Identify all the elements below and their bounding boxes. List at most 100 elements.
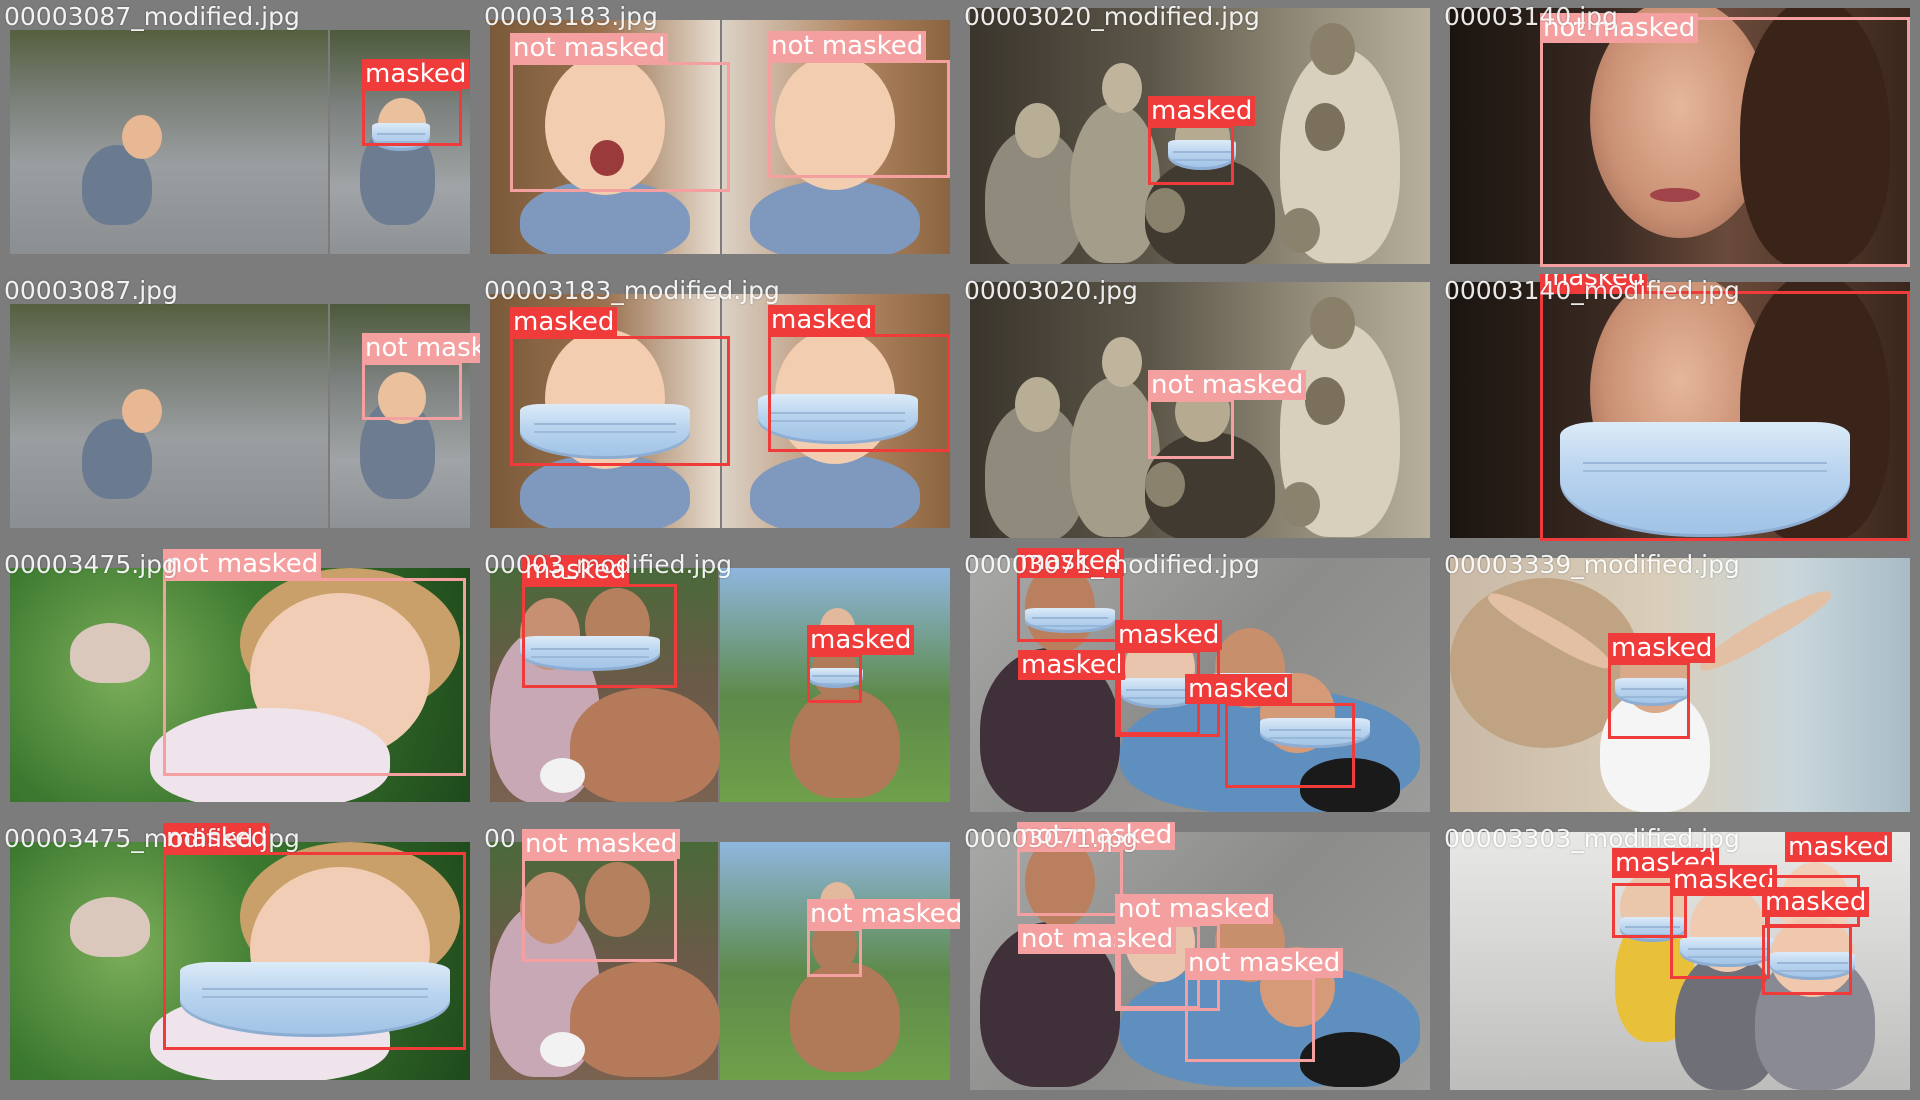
cup xyxy=(540,758,585,793)
filename-label: 00003071.jpg xyxy=(964,824,1138,853)
detection-box xyxy=(1608,662,1690,739)
image-tile: not masked 00003475.jpg xyxy=(0,548,480,822)
arm xyxy=(1694,582,1836,678)
detection-label: masked xyxy=(1762,887,1870,917)
detection-label: not masked xyxy=(1115,894,1274,924)
detection-label: not masked xyxy=(362,333,480,363)
detection-box xyxy=(768,334,950,452)
detection-label: masked xyxy=(362,59,470,89)
detection-box xyxy=(1017,575,1123,642)
person-figure xyxy=(1300,1032,1400,1087)
detection-label: not masked xyxy=(163,549,322,579)
arm xyxy=(70,623,150,683)
image-tile: masked masked 00003183_modified.jpg xyxy=(480,274,960,548)
detection-box xyxy=(510,62,730,192)
detection-box xyxy=(1185,977,1315,1062)
detection-box xyxy=(362,362,462,420)
cup xyxy=(540,1032,585,1067)
filename-label: 00003071_modified.jpg xyxy=(964,550,1260,579)
image-tile: masked 00003339_modified.jpg xyxy=(1440,548,1920,822)
detection-label: not masked xyxy=(768,31,927,61)
filename-label: 00003020.jpg xyxy=(964,276,1138,305)
detection-box xyxy=(522,584,677,688)
face xyxy=(1310,297,1355,349)
detection-label: not masked xyxy=(1185,948,1344,978)
detection-label: not masked xyxy=(1148,370,1307,400)
image-tile: masked 00003140_modified.jpg xyxy=(1440,274,1920,548)
detection-label: masked xyxy=(768,305,876,335)
detection-label: masked xyxy=(807,625,915,655)
photo-panel xyxy=(10,304,328,528)
face xyxy=(1305,103,1345,151)
child-figure xyxy=(750,454,920,528)
detection-box xyxy=(522,858,677,962)
arm xyxy=(70,897,150,957)
image-tile: not masked 00003020.jpg xyxy=(960,274,1440,548)
detection-box xyxy=(163,852,466,1050)
detection-box xyxy=(510,336,730,466)
person-figure xyxy=(790,962,900,1072)
detection-box xyxy=(163,578,466,776)
filename-label: 00003339_modified.jpg xyxy=(1444,550,1740,579)
detection-label: not masked xyxy=(807,899,960,929)
face xyxy=(122,115,162,159)
detection-mosaic: masked 00003087_modified.jpg not masked … xyxy=(0,0,1920,1100)
image-tile: masked 00003087_modified.jpg xyxy=(0,0,480,274)
detection-label: not masked xyxy=(522,829,681,859)
detection-label: masked xyxy=(1185,674,1293,704)
image-tile: masked masked masked masked 00003303_mod… xyxy=(1440,822,1920,1100)
filename-label: 00003087.jpg xyxy=(4,276,178,305)
filename-label: 00003140_modified.jpg xyxy=(1444,276,1740,305)
filename-label: 00003183.jpg xyxy=(484,2,658,31)
detection-box xyxy=(1540,17,1910,267)
image-tile: masked masked 00003_modified.jpg xyxy=(480,548,960,822)
image-tile: not masked not masked 00003183.jpg xyxy=(480,0,960,274)
filename-label: 00003303_modified.jpg xyxy=(1444,824,1740,853)
detection-box xyxy=(768,60,950,178)
filename-label: 00003140.jpg xyxy=(1444,2,1618,31)
detection-box xyxy=(807,654,862,703)
person-figure xyxy=(570,688,720,802)
image-tile: masked 00003020_modified.jpg xyxy=(960,0,1440,274)
detection-label: masked xyxy=(510,307,618,337)
face xyxy=(1280,482,1320,527)
filename-label: 00003020_modified.jpg xyxy=(964,2,1260,31)
detection-box xyxy=(1225,703,1355,788)
detection-label: masked xyxy=(1785,832,1893,862)
filename-label: 00003183_modified.jpg xyxy=(484,276,780,305)
face xyxy=(1102,337,1142,387)
filename-label: 00003475.jpg xyxy=(4,550,178,579)
face xyxy=(1305,377,1345,425)
face xyxy=(1145,462,1185,507)
image-tile: not masked 00003087.jpg xyxy=(0,274,480,548)
detection-box xyxy=(807,928,862,977)
photo-panel xyxy=(10,30,328,254)
filename-label: 00003475_modified.jpg xyxy=(4,824,300,853)
image-tile: not masked 00003140.jpg xyxy=(1440,0,1920,274)
detection-box xyxy=(362,88,462,146)
detection-label: masked xyxy=(1148,96,1256,126)
person-figure xyxy=(790,688,900,798)
face xyxy=(1280,208,1320,253)
detection-box xyxy=(1540,291,1910,541)
detection-box xyxy=(1148,125,1234,185)
filename-label: 00003_modified.jpg xyxy=(484,550,733,579)
detection-box xyxy=(1670,893,1770,979)
face xyxy=(1145,188,1185,233)
detection-label: not masked xyxy=(510,33,669,63)
detection-box xyxy=(1017,849,1123,916)
face xyxy=(1102,63,1142,113)
image-tile: masked masked masked masked 00003071_mod… xyxy=(960,548,1440,822)
face xyxy=(1015,377,1060,432)
detection-label: masked xyxy=(1608,633,1716,663)
face xyxy=(122,389,162,433)
filename-label: 00 xyxy=(484,824,516,853)
detection-box xyxy=(1148,399,1234,459)
filename-label: 00003087_modified.jpg xyxy=(4,2,300,31)
image-tile: masked 00003475_modified.jpg xyxy=(0,822,480,1100)
image-tile: not masked not masked not masked not mas… xyxy=(960,822,1440,1100)
person-figure xyxy=(1070,377,1160,537)
detection-label: masked xyxy=(1018,650,1126,680)
person-figure xyxy=(570,962,720,1077)
face xyxy=(1015,103,1060,158)
